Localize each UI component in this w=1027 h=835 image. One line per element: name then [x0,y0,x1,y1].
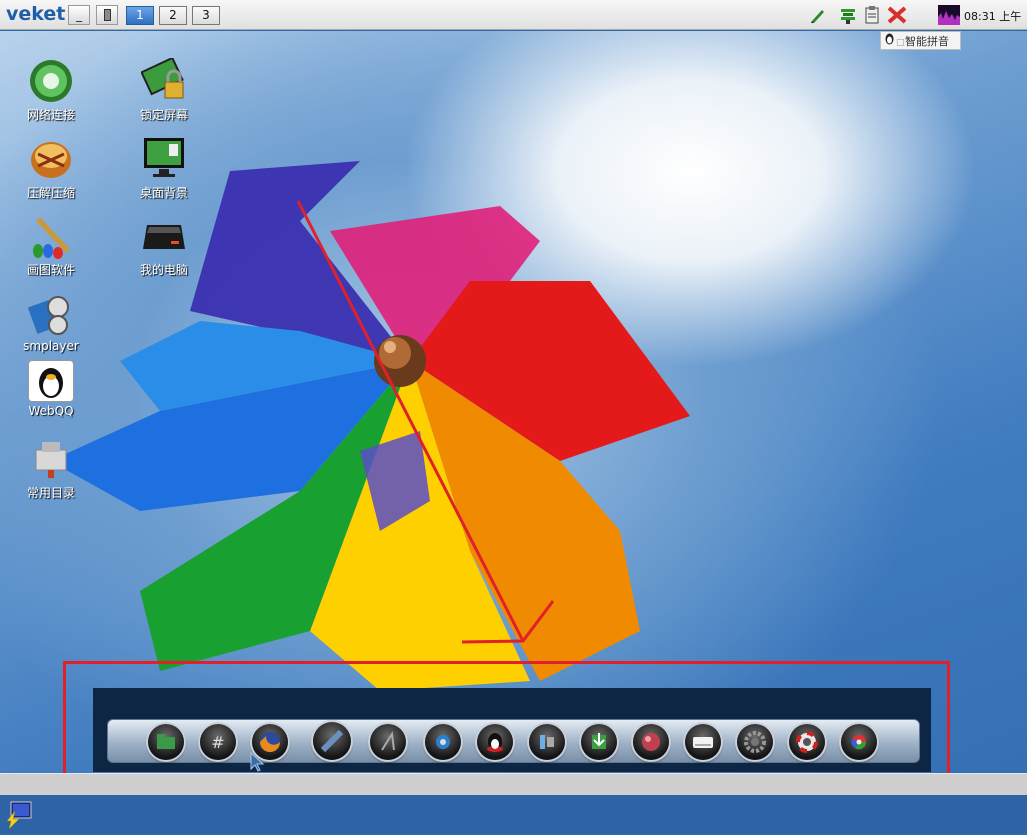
archive-icon [28,136,74,182]
penguin-icon [28,360,74,402]
desktop-icon-my-computer[interactable]: 我的电脑 [119,213,209,278]
pencil-icon[interactable] [808,5,828,25]
desktop-icon-smplayer[interactable]: smplayer [6,291,96,353]
desktop-icon-label: 压解压缩 [26,186,75,200]
desktop-icon-network[interactable]: 网络连接 [6,58,96,123]
taskbar [0,795,1027,833]
close-x-icon[interactable] [886,5,907,25]
desktop-icon-archive[interactable]: 压解压缩 [6,136,96,201]
network-globe-icon [28,58,74,104]
veket-logo[interactable]: veket [6,3,65,25]
desktop-icon-webqq[interactable]: WebQQ [6,360,96,418]
desktop-icon-common-folders[interactable]: 常用目录 [6,436,96,501]
ime-label: 智能拼音 [905,35,949,48]
computer-drive-icon [141,213,187,259]
media-player-icon [27,291,74,337]
minimize-button[interactable]: _ [68,5,90,25]
clock[interactable]: 08:31 上午 [964,8,1021,24]
top-panel: veket _ 1 2 3 08:31 上午 [0,0,1027,30]
lock-small-icon: □ [896,38,905,48]
ime-indicator[interactable]: □智能拼音 [880,31,961,50]
desktop-icon-label: 画图软件 [26,263,75,277]
start-menu-icon[interactable] [3,799,35,831]
paint-brush-icon [28,213,74,259]
desktop-background-icon [141,136,187,182]
annotation-highlight-box [63,661,950,785]
lock-screen-icon [140,56,187,104]
workspace-2-button[interactable]: 2 [159,6,187,25]
bottom-strip [0,773,1027,796]
stack-icon[interactable] [838,5,858,25]
desktop-icon-lock-screen[interactable]: 锁定屏幕 [119,56,209,123]
desktop-icon-label: 桌面背景 [139,186,188,200]
desktop-icon-label: 锁定屏幕 [139,108,188,122]
show-desktop-button[interactable] [96,5,118,25]
desktop-icon-label: smplayer [23,339,79,353]
clipboard-icon[interactable] [862,5,882,25]
workspace-1-button[interactable]: 1 [126,6,154,25]
folder-tools-icon [28,436,74,482]
penguin-small-icon [884,32,896,50]
desktop-icon-paint[interactable]: 画图软件 [6,213,96,278]
window-icon [104,9,111,21]
cpu-monitor-icon [938,5,960,25]
desktop-icon-label: 我的电脑 [139,263,188,277]
workspace-3-button[interactable]: 3 [192,6,220,25]
desktop-icon-label: WebQQ [28,404,74,418]
desktop-icon-label: 网络连接 [26,108,75,122]
desktop-icon-wallpaper[interactable]: 桌面背景 [119,136,209,201]
desktop-icon-label: 常用目录 [26,486,75,500]
